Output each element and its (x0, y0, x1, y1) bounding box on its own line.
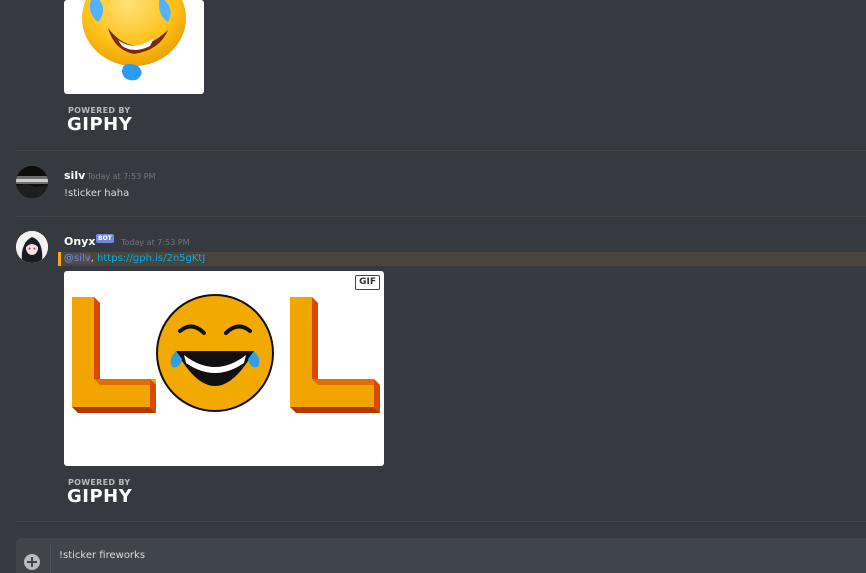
gif-badge: GIF (355, 275, 380, 290)
giphy-attribution: POWERED BY GIPHY (64, 478, 144, 507)
message-input[interactable] (59, 547, 839, 563)
message-content: @silv, https://gph.is/2n5gKtJ (64, 253, 205, 265)
lol-sticker-image (72, 294, 380, 413)
giphy-logo: GIPHY (67, 486, 133, 507)
chat-message-list: POWERED BY GIPHY silv Today at 7:53 PM !… (0, 0, 866, 573)
avatar[interactable] (16, 231, 48, 263)
message-composer (16, 538, 866, 573)
message-divider (16, 521, 866, 522)
giphy-attribution: POWERED BY GIPHY (64, 106, 144, 135)
add-attachment-icon[interactable] (24, 554, 40, 570)
message-timestamp: Today at 7:53 PM (87, 172, 156, 181)
mention-highlight-row: @silv, https://gph.is/2n5gKtJ (58, 252, 866, 266)
composer-separator (50, 544, 51, 573)
user-avatar-image (16, 166, 48, 198)
message-author[interactable]: silv (64, 169, 85, 183)
user-mention[interactable]: @silv (64, 253, 91, 264)
message-divider (16, 216, 866, 217)
message-divider (16, 150, 866, 151)
bot-avatar-image (16, 231, 48, 263)
laughing-emoji-image (82, 0, 186, 81)
sticker-embed-lol[interactable]: GIF (64, 271, 384, 466)
giphy-logo: GIPHY (67, 114, 133, 135)
mention-accent-bar (58, 252, 61, 266)
avatar[interactable] (16, 166, 48, 198)
sticker-embed-laughing-emoji[interactable] (64, 0, 204, 94)
bot-badge: BOT (96, 234, 114, 243)
message-author[interactable]: Onyx (64, 235, 95, 249)
message-timestamp: Today at 7:53 PM (121, 238, 190, 247)
message-link[interactable]: https://gph.is/2n5gKtJ (97, 253, 205, 264)
message-content: !sticker haha (64, 188, 130, 199)
